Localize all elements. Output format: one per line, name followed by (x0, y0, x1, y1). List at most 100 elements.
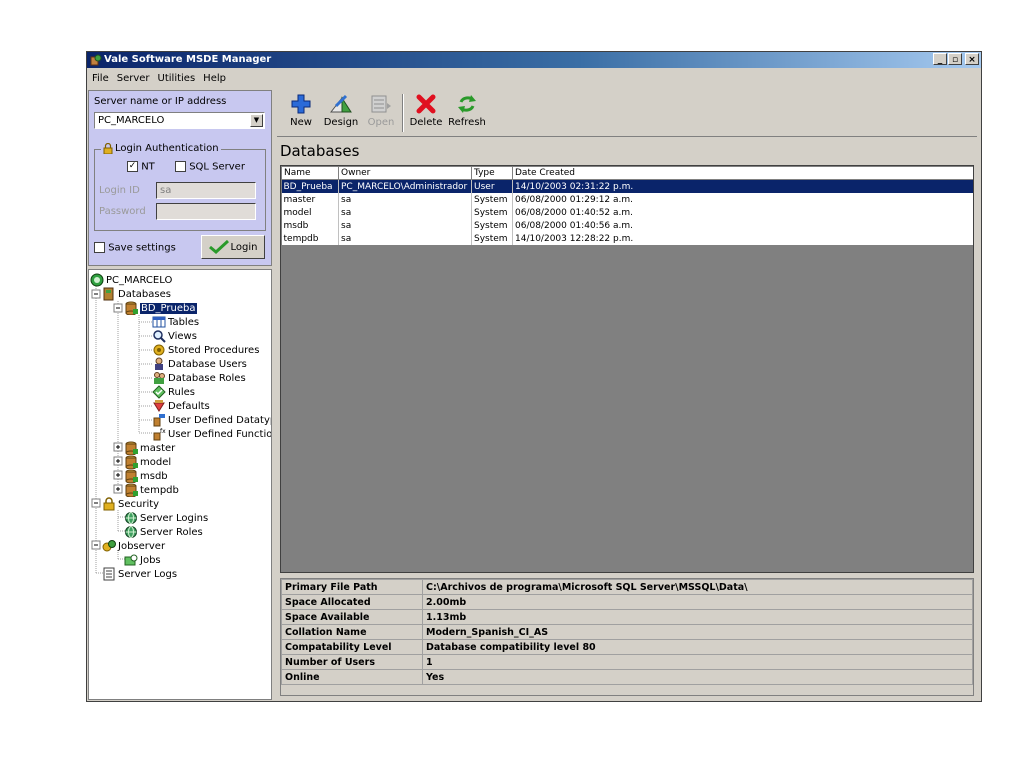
property-value: Yes (422, 669, 973, 685)
menu-file[interactable]: File (87, 70, 112, 84)
cell-date: 14/10/2003 02:31:22 p.m. (512, 179, 973, 193)
tree-node[interactable]: Server Logins (124, 511, 208, 525)
tree-node[interactable]: tempdb (124, 483, 179, 497)
tree-node[interactable]: Databases (102, 287, 171, 301)
tree-node[interactable]: msdb (124, 469, 168, 483)
tree-node[interactable]: Server Roles (124, 525, 203, 539)
chevron-down-icon[interactable]: ▼ (250, 114, 263, 127)
tree-node[interactable]: BD_Prueba (124, 301, 198, 315)
table-row[interactable]: master sa System 06/08/2000 01:29:12 a.m… (281, 193, 973, 206)
tree-node[interactable]: fxUser Defined Functions (152, 427, 272, 441)
menu-utilities[interactable]: Utilities (153, 70, 199, 84)
save-settings-checkbox[interactable] (94, 242, 105, 253)
tree-node-label: tempdb (140, 484, 179, 496)
roles-icon (154, 372, 165, 384)
design-button[interactable]: Design (321, 92, 361, 134)
databases-heading: Databases (280, 142, 360, 160)
tree-node-label: Jobserver (118, 540, 166, 552)
table-row[interactable]: tempdb sa System 14/10/2003 12:28:22 p.m… (281, 232, 973, 245)
login-id-field[interactable]: sa (156, 182, 256, 199)
tree-node[interactable]: Database Users (152, 357, 247, 371)
col-header-date-created[interactable]: Date Created (512, 166, 973, 180)
property-row: Space Available 1.13mb (281, 609, 973, 625)
design-icon (330, 94, 352, 113)
tree-node-label: Databases (118, 288, 171, 300)
tree-node[interactable]: Database Roles (152, 371, 246, 385)
table-icon (152, 316, 166, 328)
close-button[interactable]: × (965, 53, 979, 65)
cell-date: 06/08/2000 01:29:12 a.m. (512, 193, 973, 206)
cell-owner: sa (338, 206, 472, 219)
login-button-label: Login (230, 241, 258, 253)
refresh-button[interactable]: Refresh (447, 92, 487, 134)
tree-node-label: Server Logs (118, 568, 178, 580)
refresh-icon (458, 95, 476, 113)
property-label: Collation Name (281, 624, 423, 640)
database-icon (125, 301, 138, 315)
col-header-type[interactable]: Type (471, 166, 513, 180)
tree-node[interactable]: Security (102, 497, 159, 511)
login-auth-title: Login Authentication (115, 143, 219, 154)
server-name-label: Server name or IP address (94, 96, 227, 107)
tree-node[interactable]: Stored Procedures (152, 343, 259, 357)
property-value: Modern_Spanish_CI_AS (422, 624, 973, 640)
tree-node[interactable]: Rules (152, 385, 195, 399)
property-row: Primary File Path C:\Archivos de programa… (281, 579, 973, 595)
tree-node-label: Tables (168, 316, 200, 328)
toolbar: New Design Open Delete Refresh (277, 90, 977, 137)
delete-button[interactable]: Delete (406, 92, 446, 134)
property-row: Online Yes (281, 669, 973, 685)
tree-node-label: msdb (140, 470, 168, 482)
log-icon (103, 567, 115, 581)
defaults-icon (153, 400, 165, 412)
col-header-owner[interactable]: Owner (338, 166, 472, 180)
nt-checkbox[interactable]: ✓ (127, 161, 138, 172)
tree-node[interactable]: PC_MARCELO (90, 273, 172, 287)
tree-node[interactable]: master (124, 441, 175, 455)
window-title: Vale Software MSDE Manager (104, 54, 272, 65)
open-icon (371, 95, 391, 113)
jobs-icon (124, 554, 138, 566)
tree-node[interactable]: Jobserver (102, 539, 165, 553)
properties-panel: Primary File Path C:\Archivos de programa… (280, 578, 974, 696)
property-value: Database compatibility level 80 (422, 639, 973, 655)
col-header-name[interactable]: Name (281, 166, 339, 180)
minimize-button[interactable]: _ (933, 53, 947, 65)
database-icon (125, 483, 138, 497)
table-row[interactable]: BD_Prueba PC_MARCELO\Administrador User … (281, 179, 973, 193)
left-panel: Server name or IP address PC_MARCELO ▼ L… (88, 90, 273, 700)
tree-node-label: model (140, 456, 172, 468)
open-button[interactable]: Open (361, 92, 401, 134)
tree-node-label: User Defined Functions (168, 428, 272, 440)
maximize-button[interactable]: ▫ (948, 53, 962, 65)
sql-server-label: SQL Server (189, 161, 245, 173)
table-row[interactable]: msdb sa System 06/08/2000 01:40:56 a.m. (281, 219, 973, 232)
tree-node[interactable]: Jobs (124, 553, 161, 567)
tree-node[interactable]: Server Logs (102, 567, 177, 581)
new-button[interactable]: New (281, 92, 321, 134)
menu-server[interactable]: Server (112, 70, 153, 84)
tree-node[interactable]: Defaults (152, 399, 210, 413)
tree-node-label: Stored Procedures (168, 344, 260, 356)
tree-node[interactable]: Views (152, 329, 197, 343)
property-label: Primary File Path (281, 579, 423, 595)
login-button[interactable]: Login (201, 235, 265, 259)
title-bar[interactable]: Vale Software MSDE Manager _ ▫ × (87, 52, 981, 68)
property-value: C:\Archivos de programa\Microsoft SQL Se… (422, 579, 973, 595)
tree-node[interactable]: model (124, 455, 171, 469)
globe-icon (125, 526, 137, 538)
sql-server-checkbox[interactable] (175, 161, 186, 172)
tree-node[interactable]: User Defined Datatypes (152, 413, 271, 427)
cell-date: 14/10/2003 12:28:22 p.m. (512, 232, 973, 245)
tree-node-label: User Defined Datatypes (168, 414, 271, 426)
password-field[interactable] (156, 203, 256, 220)
cell-owner: PC_MARCELO\Administrador (338, 179, 472, 193)
property-label: Space Allocated (281, 594, 423, 610)
lock-icon (103, 497, 115, 511)
table-row[interactable]: model sa System 06/08/2000 01:40:52 a.m. (281, 206, 973, 219)
tree-node[interactable]: Tables (152, 315, 199, 329)
app-icon (90, 54, 102, 66)
server-combo[interactable]: PC_MARCELO ▼ (94, 112, 265, 129)
menu-help[interactable]: Help (198, 70, 229, 84)
tree-node-label: Server Roles (140, 526, 203, 538)
